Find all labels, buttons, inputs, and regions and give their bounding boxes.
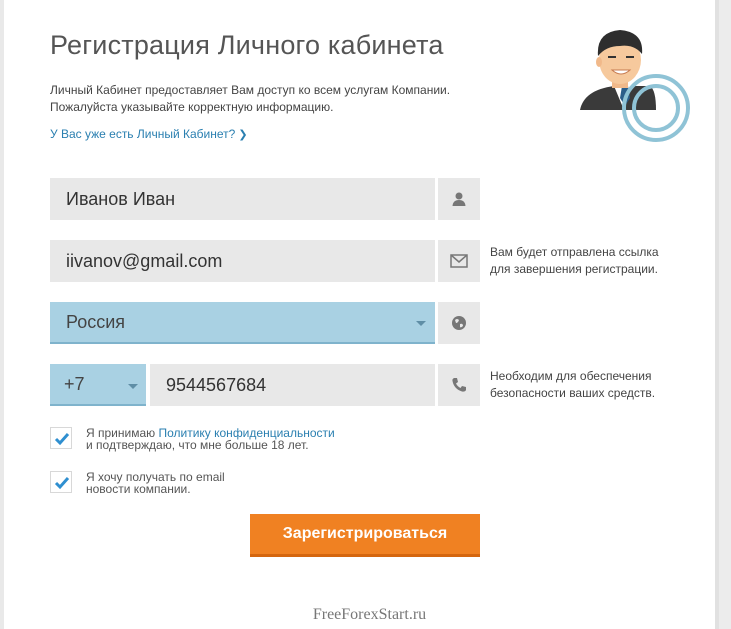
watermark: FreeForexStart.ru [312,606,427,623]
name-field-group: Иванов Иван [50,178,480,220]
terms-line-2: и подтверждаю, что мне больше 18 лет. [86,438,309,452]
phone-hint: Необходим для обеспечения безопасности в… [490,368,690,402]
email-hint: Вам будет отправлена ссылка для завершен… [490,244,690,278]
terms-checkbox[interactable] [50,427,72,449]
chevron-down-icon [416,321,426,326]
phone-input[interactable]: 9544567684 [150,364,435,406]
checkmark-icon [54,433,70,446]
envelope-icon [438,240,480,282]
email-input[interactable]: iivanov@gmail.com [50,240,435,282]
newsletter-checkbox[interactable] [50,471,72,493]
chevron-down-icon [128,384,138,389]
country-select-value: Россия [66,312,126,332]
page-title: Регистрация Личного кабинета [50,30,444,60]
phone-hint-line-2: безопасности ваших средств. [490,386,656,400]
existing-account-label: У Вас уже есть Личный Кабинет? [50,127,236,141]
phone-hint-line-1: Необходим для обеспечения [490,369,652,383]
name-input[interactable]: Иванов Иван [50,178,435,220]
newsletter-text: Я хочу получать по email новости компани… [86,471,225,495]
intro-line-1: Личный Кабинет предоставляет Вам доступ … [50,83,451,97]
phone-field-group: +7 9544567684 [50,364,480,406]
terms-text: Я принимаю Политику конфиденциальности и… [86,427,335,451]
email-hint-line-1: Вам будет отправлена ссылка [490,245,659,259]
intro-line-2: Пожалуйста указывайте корректную информа… [50,100,334,114]
country-select[interactable]: Россия [50,302,435,344]
existing-account-link[interactable]: У Вас уже есть Личный Кабинет? ❯ [50,127,248,141]
globe-icon [438,302,480,344]
intro-text: Личный Кабинет предоставляет Вам доступ … [50,82,490,116]
newsletter-line-2: новости компании. [86,482,191,496]
chevron-right-icon: ❯ [238,129,248,141]
email-field-group: iivanov@gmail.com [50,240,480,282]
checkmark-icon [54,477,70,490]
registration-card: Регистрация Личного кабинета Личный Каби… [0,0,719,629]
user-icon [438,178,480,220]
email-hint-line-2: для завершения регистрации. [490,262,658,276]
register-button[interactable]: Зарегистрироваться [250,514,480,557]
phone-code-value: +7 [64,374,85,394]
country-field-group: Россия [50,302,480,344]
avatar-illustration [580,30,690,142]
phone-icon [438,364,480,406]
